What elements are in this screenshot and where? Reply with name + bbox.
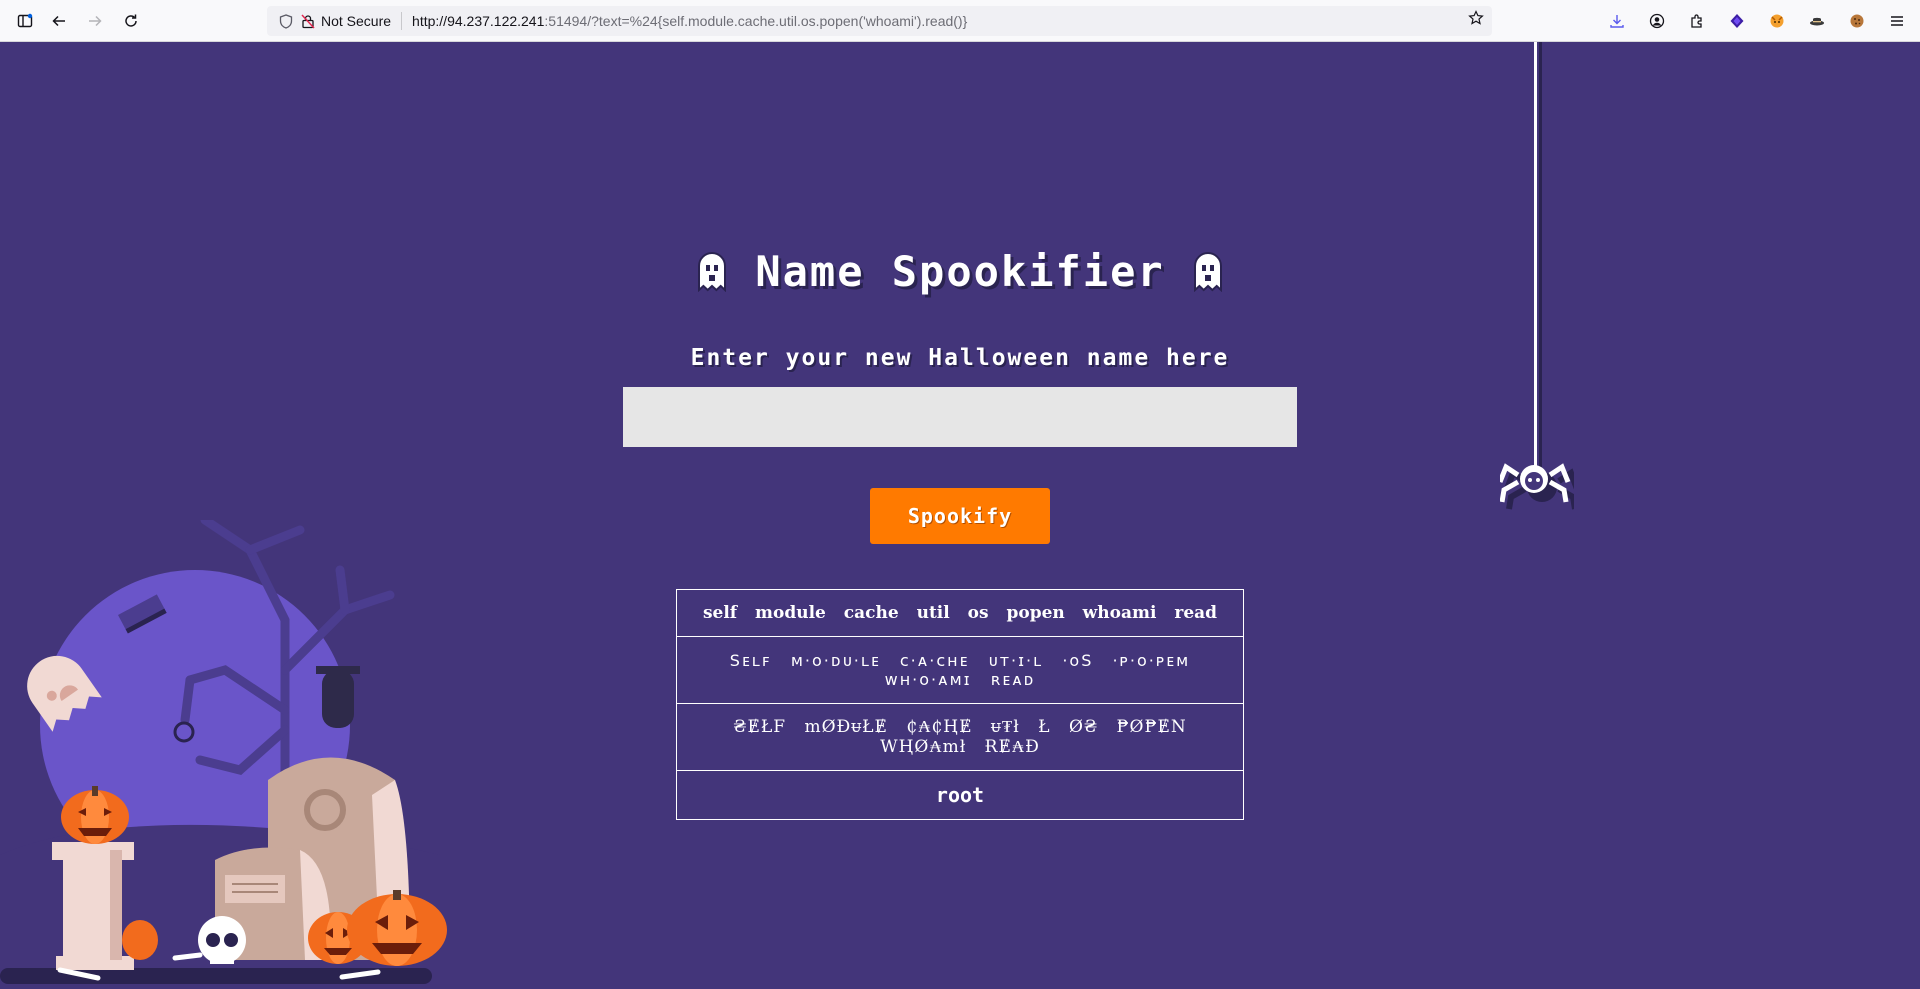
url-path: :51494/?text=%24{self.module.cache.util.… bbox=[544, 13, 968, 29]
address-bar[interactable]: Not Secure http://94.237.122.241:51494/?… bbox=[267, 6, 1492, 36]
table-row: ₴ɆŁF mØĐᵾŁɆ ₵₳₵ⱧɆ ᵾ₮ł Ł Ø₴ ₱Ø₱ɆN WⱧØ₳mł … bbox=[676, 703, 1244, 771]
shield-icon[interactable] bbox=[275, 10, 297, 32]
not-secure-lock-icon[interactable] bbox=[297, 10, 319, 32]
url-host: http://94.237.122.241 bbox=[412, 13, 545, 29]
back-icon[interactable] bbox=[46, 8, 72, 34]
toolbar-right-icons bbox=[1604, 8, 1910, 34]
spookify-button[interactable]: Spookify bbox=[870, 488, 1050, 544]
table-row: Sᴇʟꜰ ᴍ·ᴏ·ᴅᴜ·ʟᴇ ᴄ·ᴀ·ᴄʜᴇ ᴜᴛ·ɪ·ʟ ·ᴏS ·ᴘ·ᴏ·ᴘ… bbox=[676, 636, 1244, 704]
spider-icon bbox=[1497, 447, 1580, 517]
results-table: self module cache util os popen whoami r… bbox=[676, 589, 1244, 820]
sidebar-icon[interactable] bbox=[12, 8, 38, 34]
result-font-4: root bbox=[676, 770, 1244, 820]
not-secure-label[interactable]: Not Secure bbox=[321, 13, 391, 29]
menu-icon[interactable] bbox=[1884, 8, 1910, 34]
forward-icon[interactable] bbox=[82, 8, 108, 34]
account-icon[interactable] bbox=[1644, 8, 1670, 34]
graveyard-illustration bbox=[0, 515, 480, 989]
page-subtitle: Enter your new Halloween name here bbox=[690, 345, 1230, 371]
result-font-3: ₴ɆŁF mØĐᵾŁɆ ₵₳₵ⱧɆ ᵾ₮ł Ł Ø₴ ₱Ø₱ɆN WⱧØ₳mł … bbox=[676, 703, 1244, 771]
downloads-icon[interactable] bbox=[1604, 8, 1630, 34]
extension-purple-icon[interactable] bbox=[1724, 8, 1750, 34]
result-font-1: self module cache util os popen whoami r… bbox=[676, 589, 1244, 637]
extension-hat-icon[interactable] bbox=[1804, 8, 1830, 34]
url-separator bbox=[401, 12, 403, 30]
page-content: Name Spookifier Enter your new Halloween… bbox=[0, 42, 1920, 989]
table-row: self module cache util os popen whoami r… bbox=[676, 589, 1244, 637]
bookmark-star-icon[interactable] bbox=[1468, 10, 1484, 31]
name-input[interactable] bbox=[623, 387, 1297, 447]
page-title: Name Spookifier bbox=[0, 247, 1920, 296]
browser-toolbar: Not Secure http://94.237.122.241:51494/?… bbox=[0, 0, 1920, 42]
extension-cookie-icon[interactable] bbox=[1844, 8, 1870, 34]
ghost-icon bbox=[697, 251, 727, 292]
ghost-icon bbox=[1193, 251, 1223, 292]
table-row: root bbox=[676, 770, 1244, 820]
result-font-2: Sᴇʟꜰ ᴍ·ᴏ·ᴅᴜ·ʟᴇ ᴄ·ᴀ·ᴄʜᴇ ᴜᴛ·ɪ·ʟ ·ᴏS ·ᴘ·ᴏ·ᴘ… bbox=[676, 636, 1244, 704]
reload-icon[interactable] bbox=[118, 8, 144, 34]
extension-fox-icon[interactable] bbox=[1764, 8, 1790, 34]
url-text[interactable]: http://94.237.122.241:51494/?text=%24{se… bbox=[412, 13, 967, 29]
extensions-icon[interactable] bbox=[1684, 8, 1710, 34]
title-text: Name Spookifier bbox=[755, 247, 1165, 296]
